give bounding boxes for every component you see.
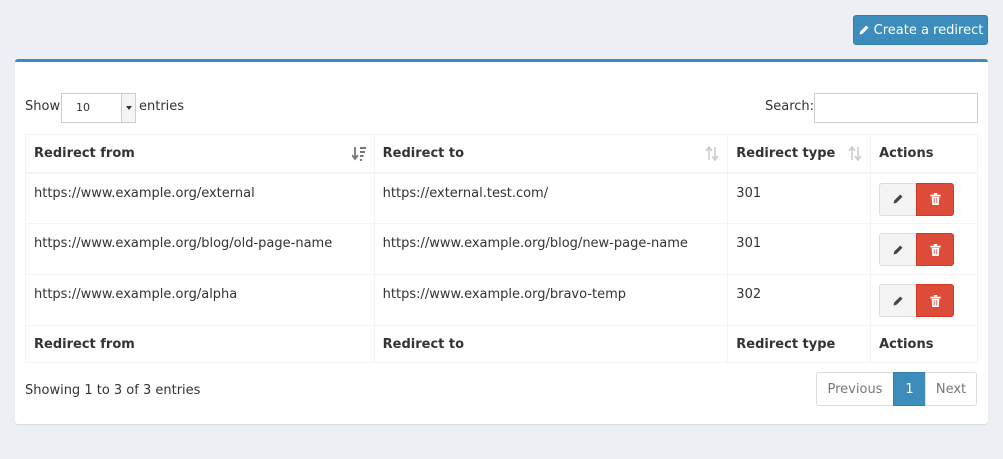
next-page-button[interactable]: Next (925, 372, 977, 406)
cell-redirect-to: https://www.example.org/bravo-temp (373, 274, 729, 326)
pagination: Previous 1 Next (816, 372, 977, 406)
cell-redirect-to: https://external.test.com/ (373, 172, 729, 224)
pencil-icon (859, 25, 869, 35)
column-header-redirect-type[interactable]: Redirect type (727, 134, 872, 174)
sort-amount-desc-icon (351, 147, 366, 161)
search-label: Search: (765, 99, 815, 114)
create-redirect-button[interactable]: Create a redirect (853, 15, 988, 45)
redirects-table: Redirect from Redirect to Redirect type (25, 134, 978, 363)
show-label: Show (25, 99, 61, 114)
redirects-panel: Show 10 entries Search: Redirect from Re… (15, 59, 988, 424)
column-header-redirect-to[interactable]: Redirect to (373, 134, 729, 174)
pencil-icon (893, 245, 903, 254)
trash-icon (929, 294, 941, 307)
sort-both-icon (848, 146, 862, 161)
delete-button[interactable] (916, 182, 955, 216)
edit-button[interactable] (879, 233, 918, 266)
column-header-actions: Actions (870, 134, 978, 174)
edit-button[interactable] (879, 182, 918, 216)
cell-actions (870, 172, 978, 224)
table-row: https://www.example.org/blog/old-page-na… (25, 223, 978, 275)
previous-page-button[interactable]: Previous (816, 372, 894, 406)
footer-header-redirect-to: Redirect to (373, 325, 729, 363)
page-1-button[interactable]: 1 (893, 372, 926, 406)
create-redirect-label: Create a redirect (873, 22, 984, 38)
page-length-value: 10 (76, 101, 90, 114)
table-row: https://www.example.org/alpha https://ww… (25, 274, 978, 326)
cell-redirect-from: https://www.example.org/blog/old-page-na… (25, 223, 375, 275)
delete-button[interactable] (916, 284, 955, 317)
trash-icon (929, 193, 941, 205)
cell-redirect-type: 301 (727, 172, 872, 224)
column-header-redirect-from[interactable]: Redirect from (25, 134, 375, 174)
table-info: Showing 1 to 3 of 3 entries (25, 383, 201, 398)
footer-header-redirect-from: Redirect from (25, 325, 375, 363)
cell-redirect-type: 301 (727, 223, 872, 275)
footer-header-redirect-type: Redirect type (727, 325, 872, 363)
pencil-icon (893, 296, 903, 305)
trash-icon (929, 243, 941, 256)
sort-both-icon (705, 146, 719, 161)
footer-header-actions: Actions (870, 325, 978, 363)
entries-label: entries (139, 99, 185, 114)
table-row: https://www.example.org/external https:/… (25, 172, 978, 224)
cell-actions (870, 274, 978, 326)
cell-redirect-from: https://www.example.org/external (25, 172, 375, 224)
edit-button[interactable] (879, 284, 918, 317)
cell-redirect-from: https://www.example.org/alpha (25, 274, 375, 326)
cell-actions (870, 223, 978, 275)
pencil-icon (893, 194, 903, 204)
cell-redirect-to: https://www.example.org/blog/new-page-na… (373, 223, 729, 275)
delete-button[interactable] (916, 233, 955, 266)
chevron-down-icon (121, 94, 135, 122)
page-length-select[interactable]: 10 (61, 93, 136, 123)
cell-redirect-type: 302 (727, 274, 872, 326)
search-input[interactable] (814, 93, 978, 123)
